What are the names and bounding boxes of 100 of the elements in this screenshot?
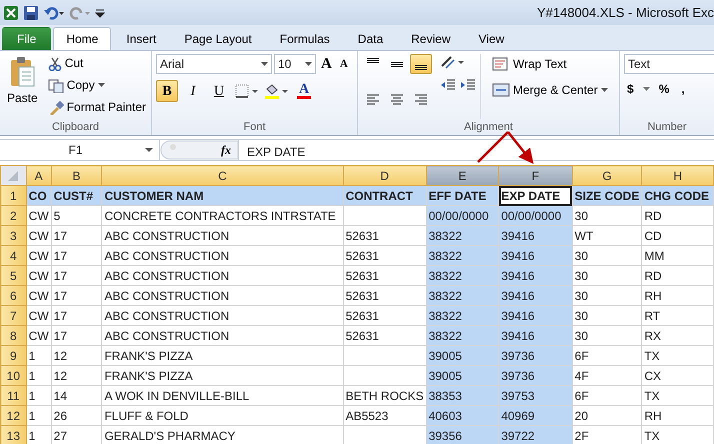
table-cell[interactable]: 1 — [26, 386, 52, 406]
table-cell[interactable]: CW — [26, 266, 52, 286]
table-cell[interactable]: WT — [572, 226, 642, 246]
table-cell[interactable]: FRANK'S PIZZA — [102, 346, 344, 366]
table-cell[interactable]: 39416 — [498, 306, 572, 326]
table-cell[interactable]: RH — [642, 406, 714, 426]
number-format-field[interactable]: Text — [624, 54, 714, 74]
table-cell[interactable] — [343, 206, 426, 226]
column-title-cell[interactable]: EXP DATE — [498, 186, 572, 206]
ribbon-tab[interactable]: Data — [344, 27, 396, 50]
table-cell[interactable]: 17 — [51, 286, 102, 306]
table-cell[interactable]: RD — [642, 266, 714, 286]
underline-button[interactable]: U — [208, 80, 230, 102]
column-title-cell[interactable]: CUST# — [51, 186, 102, 206]
table-cell[interactable]: 38353 — [426, 386, 499, 406]
table-cell[interactable]: 39005 — [426, 346, 499, 366]
column-title-cell[interactable]: SIZE CODE — [572, 186, 642, 206]
text-orientation-icon[interactable] — [440, 54, 466, 70]
table-cell[interactable]: 00/00/0000 — [498, 206, 572, 226]
table-cell[interactable]: 17 — [51, 326, 102, 346]
wrap-text-button[interactable]: Wrap Text — [489, 54, 611, 74]
save-icon[interactable] — [23, 4, 39, 20]
table-cell[interactable]: RD — [642, 206, 714, 226]
table-cell[interactable]: 00/00/0000 — [426, 206, 499, 226]
shrink-font-button[interactable]: A — [336, 54, 351, 74]
table-cell[interactable]: 38322 — [426, 286, 499, 306]
table-cell[interactable]: 39416 — [498, 266, 572, 286]
table-cell[interactable]: CONCRETE CONTRACTORS INTRSTATE — [102, 206, 344, 226]
table-cell[interactable]: 39416 — [498, 326, 572, 346]
table-cell[interactable]: 39736 — [498, 366, 572, 386]
table-cell[interactable]: 20 — [572, 406, 642, 426]
row-header[interactable]: 12 — [0, 406, 26, 426]
undo-icon[interactable] — [43, 4, 65, 20]
table-cell[interactable] — [343, 346, 426, 366]
row-header[interactable]: 4 — [0, 246, 26, 266]
table-cell[interactable]: 39005 — [426, 366, 499, 386]
ribbon-tab[interactable]: View — [466, 27, 518, 50]
table-cell[interactable]: 39416 — [498, 246, 572, 266]
table-cell[interactable]: 2F — [572, 426, 642, 444]
font-color-button[interactable]: A — [294, 82, 314, 100]
cut-button[interactable]: Cut — [44, 54, 150, 73]
table-cell[interactable]: CW — [26, 206, 52, 226]
borders-icon[interactable] — [234, 83, 260, 99]
table-cell[interactable]: ABC CONSTRUCTION — [102, 226, 344, 246]
table-cell[interactable]: 39722 — [498, 426, 572, 444]
table-cell[interactable]: 52631 — [343, 286, 426, 306]
table-cell[interactable]: 30 — [572, 266, 642, 286]
table-cell[interactable]: ABC CONSTRUCTION — [102, 326, 344, 346]
row-header[interactable]: 2 — [0, 206, 26, 226]
format-painter-button[interactable]: Format Painter — [44, 98, 150, 117]
ribbon-tab[interactable]: Home — [53, 27, 112, 50]
column-title-cell[interactable]: CUSTOMER NAM — [102, 186, 344, 206]
table-cell[interactable]: A WOK IN DENVILLE-BILL — [102, 386, 344, 406]
table-cell[interactable]: CW — [26, 226, 52, 246]
table-cell[interactable]: 40969 — [498, 406, 572, 426]
table-cell[interactable]: TX — [642, 386, 714, 406]
table-cell[interactable]: 38322 — [426, 226, 499, 246]
table-cell[interactable]: 39753 — [498, 386, 572, 406]
table-cell[interactable]: 38322 — [426, 326, 499, 346]
font-size-field[interactable]: 10 — [274, 54, 316, 74]
column-title-cell[interactable]: CHG CODE — [642, 186, 714, 206]
table-cell[interactable]: RT — [642, 306, 714, 326]
table-cell[interactable]: RH — [642, 286, 714, 306]
percent-button[interactable]: % — [656, 80, 672, 99]
table-cell[interactable]: 26 — [51, 406, 102, 426]
table-cell[interactable]: TX — [642, 346, 714, 366]
column-title-cell[interactable]: CO — [26, 186, 52, 206]
table-cell[interactable]: 38322 — [426, 246, 499, 266]
table-cell[interactable]: 14 — [51, 386, 102, 406]
column-header[interactable]: G — [572, 166, 642, 186]
table-cell[interactable]: 52631 — [343, 326, 426, 346]
row-header[interactable]: 9 — [0, 346, 26, 366]
table-cell[interactable]: 39356 — [426, 426, 499, 444]
row-header[interactable]: 5 — [0, 266, 26, 286]
table-cell[interactable]: 52631 — [343, 306, 426, 326]
table-cell[interactable]: 39416 — [498, 226, 572, 246]
table-cell[interactable] — [343, 366, 426, 386]
table-cell[interactable]: 6F — [572, 386, 642, 406]
column-title-cell[interactable]: CONTRACT — [343, 186, 426, 206]
table-cell[interactable]: 30 — [572, 326, 642, 346]
row-header[interactable]: 8 — [0, 326, 26, 346]
table-cell[interactable]: 1 — [26, 406, 52, 426]
table-cell[interactable]: 39736 — [498, 346, 572, 366]
table-cell[interactable]: 6F — [572, 346, 642, 366]
ribbon-tab[interactable]: Page Layout — [171, 27, 265, 50]
table-cell[interactable]: ABC CONSTRUCTION — [102, 306, 344, 326]
table-cell[interactable]: 52631 — [343, 266, 426, 286]
table-cell[interactable]: 39416 — [498, 286, 572, 306]
row-header[interactable]: 1 — [0, 186, 26, 206]
table-cell[interactable]: 30 — [572, 206, 642, 226]
row-header[interactable]: 3 — [0, 226, 26, 246]
table-cell[interactable]: CW — [26, 306, 52, 326]
column-title-cell[interactable]: EFF DATE — [426, 186, 499, 206]
currency-button[interactable]: $ — [624, 80, 637, 99]
column-header[interactable]: B — [51, 166, 102, 186]
decrease-indent-icon[interactable] — [440, 78, 456, 92]
table-cell[interactable]: ABC CONSTRUCTION — [102, 286, 344, 306]
table-cell[interactable]: 27 — [51, 426, 102, 444]
formula-field[interactable]: EXP DATE — [238, 140, 714, 160]
table-cell[interactable]: ABC CONSTRUCTION — [102, 246, 344, 266]
